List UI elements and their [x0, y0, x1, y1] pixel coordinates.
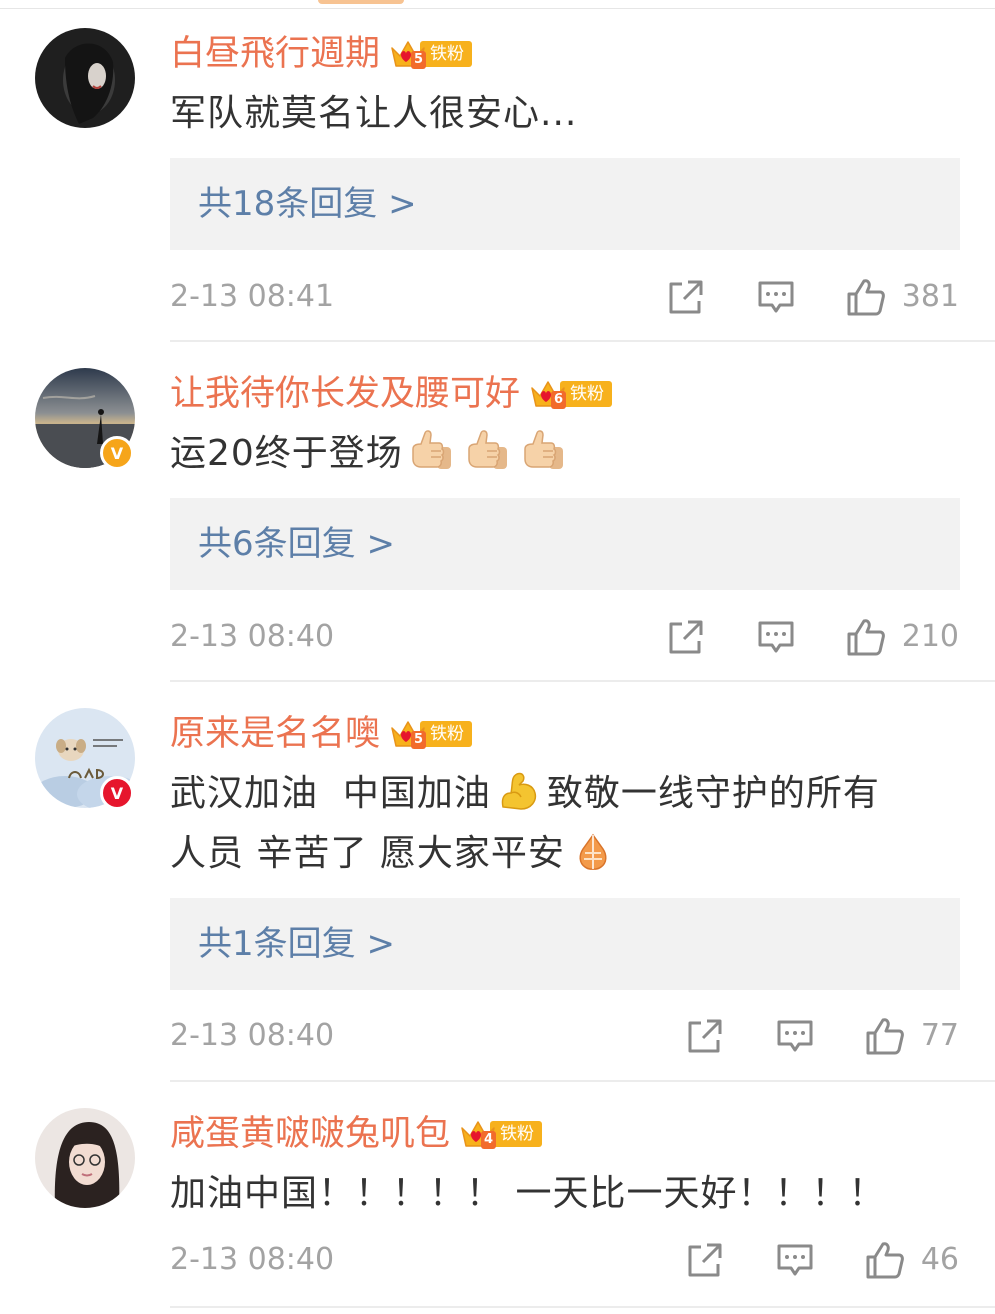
action-bar: 381 [666, 275, 959, 319]
fan-level: 5 [411, 51, 427, 69]
comment-text-segment: 武汉加油 中国加油 [170, 773, 491, 814]
clasped-hands-emoji [571, 829, 615, 873]
replies-count-label: 共18条回复 [198, 184, 378, 224]
like-count: 210 [901, 619, 959, 654]
avatar[interactable] [35, 28, 135, 128]
replies-box[interactable]: 共1条回复 > [170, 898, 960, 990]
comment-text-segment: 人员 辛苦了 愿大家平安 [170, 833, 565, 874]
view-replies-link[interactable]: 共6条回复 > [198, 498, 395, 590]
replies-box[interactable]: 共6条回复 > [170, 498, 960, 590]
comment-text: 军队就莫名让人很安心... [170, 84, 960, 144]
user-row: 让我待你长发及腰可好 6 铁粉 [170, 370, 613, 418]
like-count: 381 [901, 279, 959, 314]
comment-text-line: 军队就莫名让人很安心... [170, 93, 578, 134]
flexed-bicep-emoji [497, 769, 541, 813]
share-icon[interactable] [685, 1016, 725, 1056]
fan-level: 5 [411, 731, 427, 749]
share-icon[interactable] [666, 277, 706, 317]
like-button[interactable]: 381 [846, 277, 959, 317]
like-button[interactable]: 77 [865, 1016, 959, 1056]
comment-text: 加油中国！！！！！ 一天比一天好！！！！ [170, 1164, 960, 1224]
chevron-right-icon: > [366, 524, 395, 564]
crown-icon: 6 [530, 378, 567, 410]
user-row: 白昼飛行週期 5 铁粉 [170, 30, 473, 78]
chevron-right-icon: > [388, 184, 417, 224]
thumbs-up-emoji [409, 429, 453, 473]
user-row: 咸蛋黄啵啵兔叽包 4 铁粉 [170, 1110, 543, 1158]
crown-icon: 4 [460, 1118, 497, 1150]
replies-count-label: 共6条回复 [198, 524, 356, 564]
fan-badge: 6 铁粉 [530, 378, 613, 410]
share-icon[interactable] [666, 617, 706, 657]
fan-badge: 4 铁粉 [460, 1118, 543, 1150]
comment-text-line: 武汉加油 中国加油 致敬一线守护的所有 [170, 764, 960, 824]
like-button[interactable]: 210 [846, 617, 959, 657]
comment-divider [170, 340, 995, 342]
timestamp: 2-13 08:40 [170, 1242, 335, 1277]
comment-icon[interactable] [775, 1240, 815, 1280]
comment-icon[interactable] [775, 1016, 815, 1056]
fan-level: 6 [551, 391, 567, 409]
timestamp: 2-13 08:41 [170, 279, 335, 314]
view-replies-link[interactable]: 共1条回复 > [198, 898, 395, 990]
like-icon [846, 277, 886, 317]
like-icon [865, 1016, 905, 1056]
like-icon [865, 1240, 905, 1280]
fan-level: 4 [481, 1131, 497, 1149]
comment-text-line: 运20终于登场 [170, 433, 403, 474]
comment-divider [170, 1080, 995, 1082]
replies-box[interactable]: 共18条回复 > [170, 158, 960, 250]
like-count: 46 [920, 1242, 959, 1277]
action-bar: 46 [685, 1238, 959, 1282]
fan-badge-label: 铁粉 [420, 41, 473, 67]
comment-text-line: 加油中国！！！！！ 一天比一天好！！！！ [170, 1173, 886, 1214]
like-button[interactable]: 46 [865, 1240, 959, 1280]
chevron-right-icon: > [366, 924, 395, 964]
comment-text-segment: 致敬一线守护的所有 [546, 773, 880, 814]
comment-divider [170, 680, 995, 682]
top-divider [0, 8, 995, 9]
like-count: 77 [920, 1018, 959, 1053]
timestamp: 2-13 08:40 [170, 619, 335, 654]
verified-badge: V [100, 776, 134, 810]
crown-icon: 5 [390, 38, 427, 70]
username[interactable]: 白昼飛行週期 [170, 30, 380, 78]
comment-text: 武汉加油 中国加油 致敬一线守护的所有 人员 辛苦了 愿大家平安 [170, 764, 960, 884]
fan-badge: 5 铁粉 [390, 718, 473, 750]
action-bar: 77 [685, 1014, 959, 1058]
comment-text-line: 人员 辛苦了 愿大家平安 [170, 824, 960, 884]
comment-icon[interactable] [756, 617, 796, 657]
view-replies-link[interactable]: 共18条回复 > [198, 158, 417, 250]
fan-badge-label: 铁粉 [420, 721, 473, 747]
user-row: 原来是名名噢 5 铁粉 [170, 710, 473, 758]
comment-text: 运20终于登场 [170, 424, 960, 484]
thumbs-up-emoji [465, 429, 509, 473]
username[interactable]: 咸蛋黄啵啵兔叽包 [170, 1110, 450, 1158]
username[interactable]: 原来是名名噢 [170, 710, 380, 758]
share-icon[interactable] [685, 1240, 725, 1280]
timestamp: 2-13 08:40 [170, 1018, 335, 1053]
comment-divider [170, 1306, 995, 1308]
fan-badge: 5 铁粉 [390, 38, 473, 70]
fan-badge-label: 铁粉 [560, 381, 613, 407]
thumbs-up-emoji [521, 429, 565, 473]
action-bar: 210 [666, 615, 959, 659]
fan-badge-label: 铁粉 [490, 1121, 543, 1147]
crown-icon: 5 [390, 718, 427, 750]
comment-icon[interactable] [756, 277, 796, 317]
replies-count-label: 共1条回复 [198, 924, 356, 964]
top-tab-indicator [318, 0, 404, 4]
avatar[interactable] [35, 1108, 135, 1208]
username[interactable]: 让我待你长发及腰可好 [170, 370, 520, 418]
like-icon [846, 617, 886, 657]
verified-badge: V [100, 436, 134, 470]
